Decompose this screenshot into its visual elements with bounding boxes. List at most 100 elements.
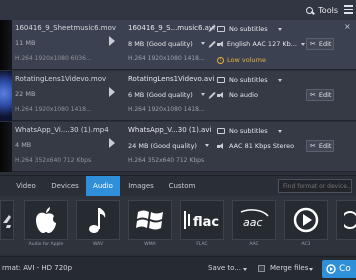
source-size: 22 MB bbox=[15, 90, 36, 98]
tab-devices[interactable]: Devices bbox=[44, 176, 86, 196]
subtitles-value: No subtitles bbox=[229, 76, 268, 84]
convert-arrow-icon bbox=[109, 36, 115, 46]
convert-arrow-icon bbox=[109, 138, 115, 148]
audio-track-value: English AAC 127 Kb... bbox=[226, 40, 297, 48]
subtitles-icon bbox=[217, 128, 225, 134]
edit-button[interactable]: ✂ Edit bbox=[306, 140, 334, 152]
format-tile-aac[interactable]: aac AAC bbox=[232, 200, 276, 252]
output-size-select[interactable]: 24 MB (Good quality) bbox=[128, 142, 197, 150]
menu-icon[interactable] bbox=[342, 3, 354, 17]
source-filename: WhatsApp_Vi....30 (1).mp4 bbox=[15, 126, 109, 134]
format-label: WMA bbox=[144, 242, 156, 247]
chevron-down-icon[interactable] bbox=[201, 42, 205, 45]
output-video-info: H.264 1920x1080 1418... bbox=[128, 106, 205, 113]
format-tile-partial[interactable] bbox=[336, 200, 356, 252]
chevron-down-icon[interactable] bbox=[243, 268, 247, 271]
chevron-down-icon bbox=[277, 27, 282, 31]
audio-track-select[interactable]: AAC 81 Kbps Stereo bbox=[217, 141, 305, 151]
video-thumbnail bbox=[0, 20, 12, 70]
top-bar: Tools bbox=[0, 0, 356, 20]
speaker-icon bbox=[217, 91, 225, 99]
chevron-down-icon bbox=[301, 42, 305, 46]
subtitles-select[interactable]: No subtitles bbox=[217, 75, 305, 85]
merge-files-checkbox[interactable] bbox=[258, 265, 265, 272]
edit-button[interactable]: ✂ Edit bbox=[306, 89, 334, 101]
speaker-icon bbox=[217, 142, 225, 150]
video-thumbnail bbox=[0, 71, 12, 121]
output-filename[interactable]: 160416_9_S...music6.avi bbox=[128, 24, 215, 32]
audio-track-select[interactable]: No audio bbox=[217, 90, 305, 100]
output-size-select[interactable]: 8 MB (Good quality) bbox=[128, 40, 193, 48]
format-icon bbox=[344, 211, 356, 229]
output-video-info: H.264 352x640 712 Kbps bbox=[128, 157, 205, 164]
output-video-info: H.264 1920x1080 1418... bbox=[128, 55, 205, 62]
tab-custom[interactable]: Custom bbox=[162, 176, 202, 196]
format-search-input[interactable] bbox=[278, 179, 352, 193]
format-tile-wav[interactable]: WAV bbox=[76, 200, 120, 252]
chevron-down-icon[interactable] bbox=[201, 93, 205, 96]
play-circle-icon bbox=[293, 207, 319, 233]
source-video-info: H.264 1920x1080 1418... bbox=[15, 106, 92, 113]
chevron-down-icon bbox=[277, 129, 282, 133]
convert-button[interactable]: Co bbox=[322, 260, 356, 278]
music-note-icon bbox=[89, 208, 106, 233]
file-row[interactable]: 160416_9_Sheetmusic6.mov 11 MB H.264 192… bbox=[0, 20, 356, 70]
output-size-select[interactable]: 6 MB (Good quality) bbox=[128, 91, 193, 99]
chevron-down-icon[interactable] bbox=[309, 268, 313, 271]
edit-quality-pencil-icon[interactable] bbox=[209, 40, 216, 48]
speaker-icon bbox=[217, 40, 223, 48]
audio-track-select[interactable]: English AAC 127 Kb... bbox=[217, 39, 305, 49]
bottom-bar: rmat: AVI - HD 720p Save to... Merge fil… bbox=[0, 256, 356, 280]
output-filename[interactable]: WhatsApp_V...30 (1).avi bbox=[128, 126, 211, 134]
subtitles-icon bbox=[217, 26, 225, 32]
aac-icon: aac bbox=[240, 209, 269, 229]
format-gallery: Audio for Apple WAV WMA flac FLAC aac AA… bbox=[0, 196, 356, 254]
format-tile-apple[interactable]: Audio for Apple bbox=[24, 200, 68, 252]
merge-files-label: Merge files bbox=[270, 264, 309, 272]
subtitles-select[interactable]: No subtitles bbox=[217, 24, 305, 34]
edit-label: Edit bbox=[318, 142, 332, 150]
warning-icon: ! bbox=[217, 56, 224, 64]
convert-label: Co bbox=[339, 264, 351, 274]
convert-icon bbox=[326, 264, 336, 274]
format-label: Audio for Apple bbox=[28, 242, 64, 247]
video-thumbnail bbox=[0, 122, 12, 172]
audio-track-value: AAC 81 Kbps Stereo bbox=[229, 142, 295, 150]
file-row[interactable]: WhatsApp_Vi....30 (1).mp4 4 MB H.264 352… bbox=[0, 122, 356, 172]
scroll-left-button[interactable] bbox=[0, 200, 14, 240]
svg-text:flac: flac bbox=[193, 215, 219, 230]
source-filename: RotatingLens1Videvo.mov bbox=[15, 75, 107, 83]
chevron-down-icon bbox=[277, 78, 282, 82]
scissors-icon: ✂ bbox=[310, 142, 316, 150]
subtitles-value: No subtitles bbox=[229, 127, 268, 135]
scissors-icon: ✂ bbox=[310, 91, 316, 99]
edit-label: Edit bbox=[318, 40, 332, 48]
save-to-select[interactable]: Save to... bbox=[208, 264, 241, 272]
low-volume-warning[interactable]: ! Low volume bbox=[217, 56, 266, 64]
format-label: WAV bbox=[92, 242, 104, 247]
source-filename: 160416_9_Sheetmusic6.mov bbox=[15, 24, 117, 32]
subtitles-value: No subtitles bbox=[229, 25, 268, 33]
format-tile-flac[interactable]: flac FLAC bbox=[180, 200, 224, 252]
tab-video[interactable]: Video bbox=[8, 176, 44, 196]
source-size: 11 MB bbox=[15, 39, 36, 47]
scissors-icon: ✂ bbox=[310, 40, 316, 48]
format-tile-wma[interactable]: WMA bbox=[128, 200, 172, 252]
tab-audio[interactable]: Audio bbox=[86, 176, 120, 196]
svg-text:aac: aac bbox=[243, 216, 263, 229]
format-label: FLAC bbox=[196, 242, 208, 247]
tab-images[interactable]: Images bbox=[120, 176, 162, 196]
search-tools-icon bbox=[305, 6, 314, 15]
subtitles-select[interactable]: No subtitles bbox=[217, 126, 305, 136]
source-video-info: H.264 352x640 712 Kbps bbox=[15, 157, 92, 164]
apple-icon bbox=[36, 207, 56, 233]
chevron-down-icon[interactable] bbox=[205, 144, 209, 147]
file-row[interactable]: RotatingLens1Videvo.mov 22 MB H.264 1920… bbox=[0, 71, 356, 121]
output-format-select[interactable]: rmat: AVI - HD 720p bbox=[2, 264, 72, 272]
remove-file-icon[interactable]: × bbox=[344, 22, 351, 31]
output-filename[interactable]: RotatingLens1Videvo.avi bbox=[128, 75, 214, 83]
tools-button[interactable]: Tools bbox=[305, 2, 338, 18]
format-tile-ac3[interactable]: AC3 bbox=[284, 200, 328, 252]
edit-quality-pencil-icon[interactable] bbox=[209, 91, 216, 99]
edit-button[interactable]: ✂ Edit bbox=[306, 38, 334, 50]
